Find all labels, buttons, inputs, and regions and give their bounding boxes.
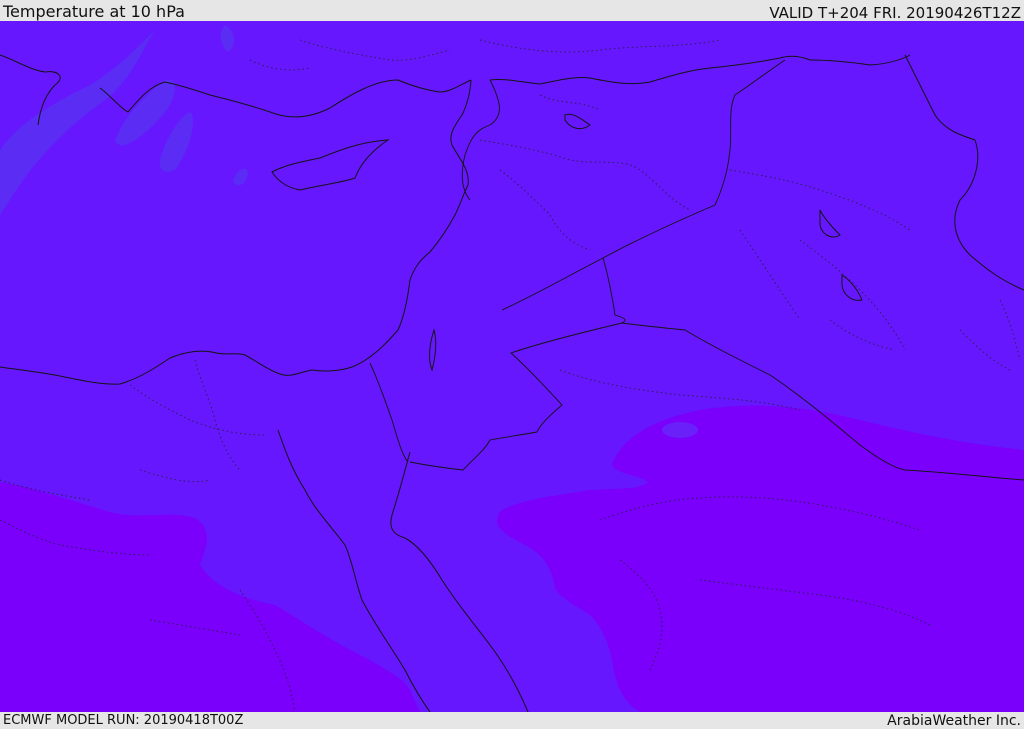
header-bar: Temperature at 10 hPa VALID T+204 FRI. 2… xyxy=(0,0,1024,21)
map-svg xyxy=(0,21,1024,712)
footer-bar: ECMWF MODEL RUN: 20190418T00Z ArabiaWeat… xyxy=(0,712,1024,729)
credit-label: ArabiaWeather Inc. xyxy=(887,713,1021,729)
valid-time: VALID T+204 FRI. 20190426T12Z xyxy=(769,4,1021,22)
model-run-label: ECMWF MODEL RUN: 20190418T00Z xyxy=(3,713,244,728)
cooler-patch-desert xyxy=(662,422,698,438)
weather-map[interactable] xyxy=(0,21,1024,712)
map-title: Temperature at 10 hPa xyxy=(3,2,185,21)
